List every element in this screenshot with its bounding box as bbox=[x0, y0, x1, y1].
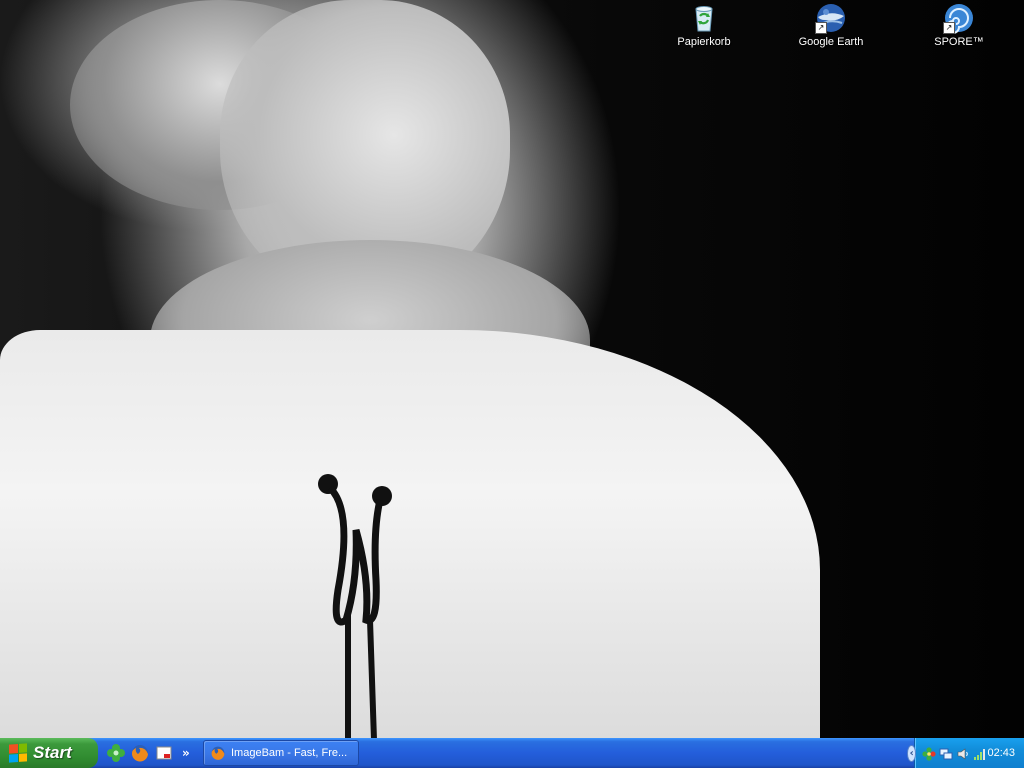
windows-logo-icon bbox=[9, 743, 27, 763]
shortcut-arrow-icon: ↗ bbox=[815, 22, 827, 34]
clock[interactable]: 02:43 bbox=[987, 747, 1015, 759]
taskbar: Start » ImageBam - Fast, Fre... ‹ 02:43 bbox=[0, 738, 1024, 768]
network-icon[interactable] bbox=[939, 746, 953, 760]
recycle-bin-icon bbox=[688, 2, 720, 34]
wallpaper-photo bbox=[0, 0, 1024, 738]
desktop-icon-spore[interactable]: ↗ SPORE™ bbox=[914, 2, 1004, 48]
taskbar-button-label: ImageBam - Fast, Fre... bbox=[231, 747, 348, 759]
firefox-icon[interactable] bbox=[130, 743, 150, 763]
google-earth-icon: ↗ bbox=[815, 2, 847, 34]
spore-icon: ↗ bbox=[943, 2, 975, 34]
desktop-icon-recycle-bin[interactable]: Papierkorb bbox=[659, 2, 749, 48]
taskbar-button-imagebam[interactable]: ImageBam - Fast, Fre... bbox=[203, 740, 359, 766]
quicklaunch-more-chevron[interactable]: » bbox=[182, 746, 194, 760]
speaker-icon[interactable] bbox=[956, 746, 970, 760]
shortcut-arrow-icon: ↗ bbox=[943, 22, 955, 34]
wallpaper-shirt bbox=[0, 330, 820, 738]
start-button[interactable]: Start bbox=[0, 738, 98, 768]
desktop[interactable]: Papierkorb ↗ Google Earth ↗ SPORE™ bbox=[0, 0, 1024, 738]
quick-launch: » bbox=[106, 742, 194, 764]
signal-bars-icon[interactable] bbox=[973, 746, 987, 760]
desktop-icon-label: Google Earth bbox=[798, 36, 864, 48]
firefox-icon bbox=[211, 746, 225, 760]
desktop-icon-label: SPORE™ bbox=[934, 36, 984, 48]
icq-flower-icon[interactable] bbox=[922, 746, 937, 761]
desktop-icon-google-earth[interactable]: ↗ Google Earth bbox=[786, 2, 876, 48]
start-label: Start bbox=[33, 743, 72, 762]
clover-icon[interactable] bbox=[106, 743, 126, 763]
wallpaper-lace bbox=[318, 474, 392, 738]
system-tray: ‹ 02:43 bbox=[907, 738, 1024, 768]
show-desktop-icon[interactable] bbox=[154, 743, 174, 763]
desktop-icon-label: Papierkorb bbox=[677, 36, 731, 48]
tray-expand-button[interactable]: ‹ bbox=[907, 744, 917, 762]
